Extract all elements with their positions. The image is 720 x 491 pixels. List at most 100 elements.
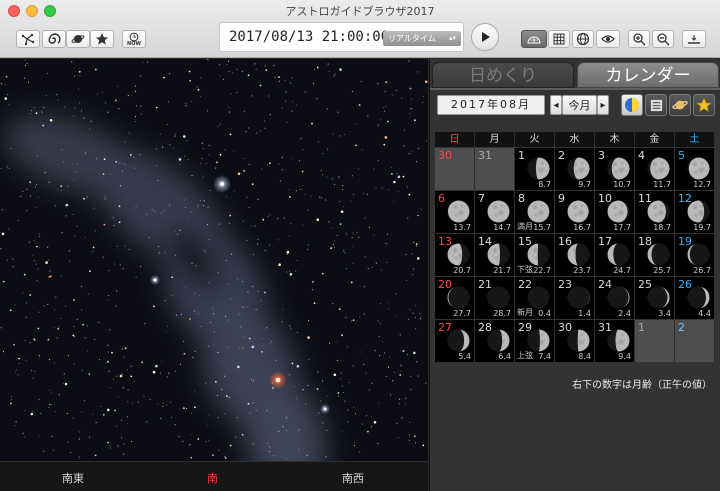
- calendar-day-cell[interactable]: 8 満月 15.7: [515, 191, 555, 233]
- title-bar: アストロガイドブラウザ2017 NOW 2017/08/13 21:00:00 …: [0, 0, 720, 58]
- globe-icon: [576, 32, 590, 46]
- calendar-day-cell[interactable]: 25 3.4: [635, 277, 675, 319]
- calendar-day-cell[interactable]: 2: [675, 320, 715, 362]
- moon-age: 4.4: [698, 309, 711, 318]
- list-view-button[interactable]: [645, 94, 667, 116]
- previous-month-button[interactable]: ◂: [550, 95, 562, 115]
- horizon-icon: [688, 35, 700, 44]
- planet-view-button[interactable]: [669, 94, 691, 116]
- calendar-day-cell[interactable]: 19 26.7: [675, 234, 715, 276]
- calendar-day-cell[interactable]: 31: [475, 148, 515, 190]
- calendar-day-cell[interactable]: 6 13.7: [435, 191, 475, 233]
- datetime-value[interactable]: 2017/08/13 21:00:00: [229, 29, 389, 45]
- grid-view-button[interactable]: [548, 30, 570, 48]
- zoom-out-button[interactable]: [652, 30, 674, 48]
- dome-view-icon: [527, 36, 541, 44]
- calendar-day-cell[interactable]: 11 18.7: [635, 191, 675, 233]
- moon-phase-icon: [607, 157, 630, 180]
- weekday-label: 金: [635, 132, 675, 147]
- calendar-day-cell[interactable]: 13 20.7: [435, 234, 475, 276]
- moon-phase-icon: [687, 243, 710, 266]
- list-icon: [650, 99, 662, 111]
- calendar-day-cell[interactable]: 10 17.7: [595, 191, 635, 233]
- calendar-day-cell[interactable]: 24 2.4: [595, 277, 635, 319]
- moon-age: 2.4: [618, 309, 631, 318]
- tab-calendar[interactable]: カレンダー: [577, 62, 719, 88]
- sky-view[interactable]: 南東 南 南西: [0, 59, 428, 491]
- calendar-day-cell[interactable]: 28 6.4: [475, 320, 515, 362]
- calendar-day-cell[interactable]: 21 28.7: [475, 277, 515, 319]
- calendar-day-cell[interactable]: 5 12.7: [675, 148, 715, 190]
- calendar-day-cell[interactable]: 23 1.4: [555, 277, 595, 319]
- calendar-day-cell[interactable]: 2 9.7: [555, 148, 595, 190]
- eye-view-button[interactable]: [596, 30, 620, 48]
- day-number: 5: [678, 149, 685, 162]
- direction-southwest: 南西: [342, 472, 364, 485]
- moon-age: 10.7: [613, 180, 631, 189]
- moon-age: 1.4: [578, 309, 591, 318]
- tab-daily[interactable]: 日めくり: [432, 62, 574, 88]
- calendar-day-cell[interactable]: 31 9.4: [595, 320, 635, 362]
- moon-phase-icon: [447, 200, 470, 223]
- star-view-button[interactable]: [693, 94, 715, 116]
- star-field[interactable]: [0, 59, 428, 491]
- moon-age: 16.7: [573, 223, 591, 232]
- moon-phase-icon: [647, 286, 670, 309]
- calendar-day-cell[interactable]: 14 21.7: [475, 234, 515, 276]
- moon-age: 8.4: [578, 352, 591, 361]
- moon-phase-icon: [567, 200, 590, 223]
- moon-age: 9.7: [578, 180, 591, 189]
- calendar-day-cell[interactable]: 17 24.7: [595, 234, 635, 276]
- moon-view-button[interactable]: [621, 94, 643, 116]
- time-mode-select[interactable]: リアルタイム ▴▾: [383, 31, 461, 46]
- moon-age: 12.7: [693, 180, 711, 189]
- day-number: 31: [478, 149, 492, 162]
- constellation-icon: [21, 33, 35, 46]
- play-button[interactable]: [471, 23, 499, 51]
- calendar-day-cell[interactable]: 29 上弦 7.4: [515, 320, 555, 362]
- moon-phase-icon: [487, 243, 510, 266]
- calendar-day-cell[interactable]: 22 新月 0.4: [515, 277, 555, 319]
- moon-age: 15.7: [533, 223, 551, 232]
- chevron-left-icon: ◂: [553, 99, 559, 111]
- moon-phase-label: 下弦: [517, 265, 533, 274]
- calendar-day-cell[interactable]: 20 27.7: [435, 277, 475, 319]
- moon-age: 3.4: [658, 309, 671, 318]
- calendar-day-cell[interactable]: 16 23.7: [555, 234, 595, 276]
- globe-view-button[interactable]: [572, 30, 594, 48]
- constellation-button[interactable]: [16, 30, 40, 48]
- calendar-day-cell[interactable]: 27 5.4: [435, 320, 475, 362]
- calendar-day-cell[interactable]: 30: [435, 148, 475, 190]
- weekday-header: 日月火水木金土: [435, 132, 716, 147]
- calendar-day-cell[interactable]: 26 4.4: [675, 277, 715, 319]
- calendar-day-cell[interactable]: 30 8.4: [555, 320, 595, 362]
- horizon-button[interactable]: [682, 30, 706, 48]
- calendar-day-cell[interactable]: 15 下弦 22.7: [515, 234, 555, 276]
- calendar-grid: 日月火水木金土 30 31 1 8.7 2 9.7 3 10.7 4 11.7 5 12.7 6 13.7…: [435, 132, 716, 362]
- star-button[interactable]: [90, 30, 114, 48]
- this-month-button[interactable]: 今月: [562, 95, 597, 115]
- calendar-day-cell[interactable]: 12 19.7: [675, 191, 715, 233]
- zoom-in-button[interactable]: [628, 30, 650, 48]
- calendar-day-cell[interactable]: 7 14.7: [475, 191, 515, 233]
- calendar-day-cell[interactable]: 4 11.7: [635, 148, 675, 190]
- star-icon: [96, 33, 108, 45]
- now-button[interactable]: NOW: [122, 30, 146, 48]
- next-month-button[interactable]: ▸: [597, 95, 609, 115]
- month-display[interactable]: 2017年08月: [437, 95, 545, 115]
- calendar-day-cell[interactable]: 1 8.7: [515, 148, 555, 190]
- calendar-day-cell[interactable]: 1: [635, 320, 675, 362]
- calendar-week-row: 13 20.7 14 21.7 15 下弦 22.7 16 23.7 17 24.7 18 25.7 19…: [435, 234, 716, 276]
- weekday-label: 土: [675, 132, 715, 147]
- window-title: アストロガイドブラウザ2017: [285, 5, 435, 18]
- datetime-field[interactable]: 2017/08/13 21:00:00 リアルタイム ▴▾: [219, 22, 464, 52]
- calendar-day-cell[interactable]: 3 10.7: [595, 148, 635, 190]
- galaxy-icon: [48, 33, 61, 44]
- calendar-day-cell[interactable]: 18 25.7: [635, 234, 675, 276]
- moon-age: 23.7: [573, 266, 591, 275]
- moon-age: 21.7: [493, 266, 511, 275]
- galaxy-button[interactable]: [42, 30, 66, 48]
- planet-button[interactable]: [66, 30, 90, 48]
- dome-view-button[interactable]: [521, 30, 547, 48]
- calendar-day-cell[interactable]: 9 16.7: [555, 191, 595, 233]
